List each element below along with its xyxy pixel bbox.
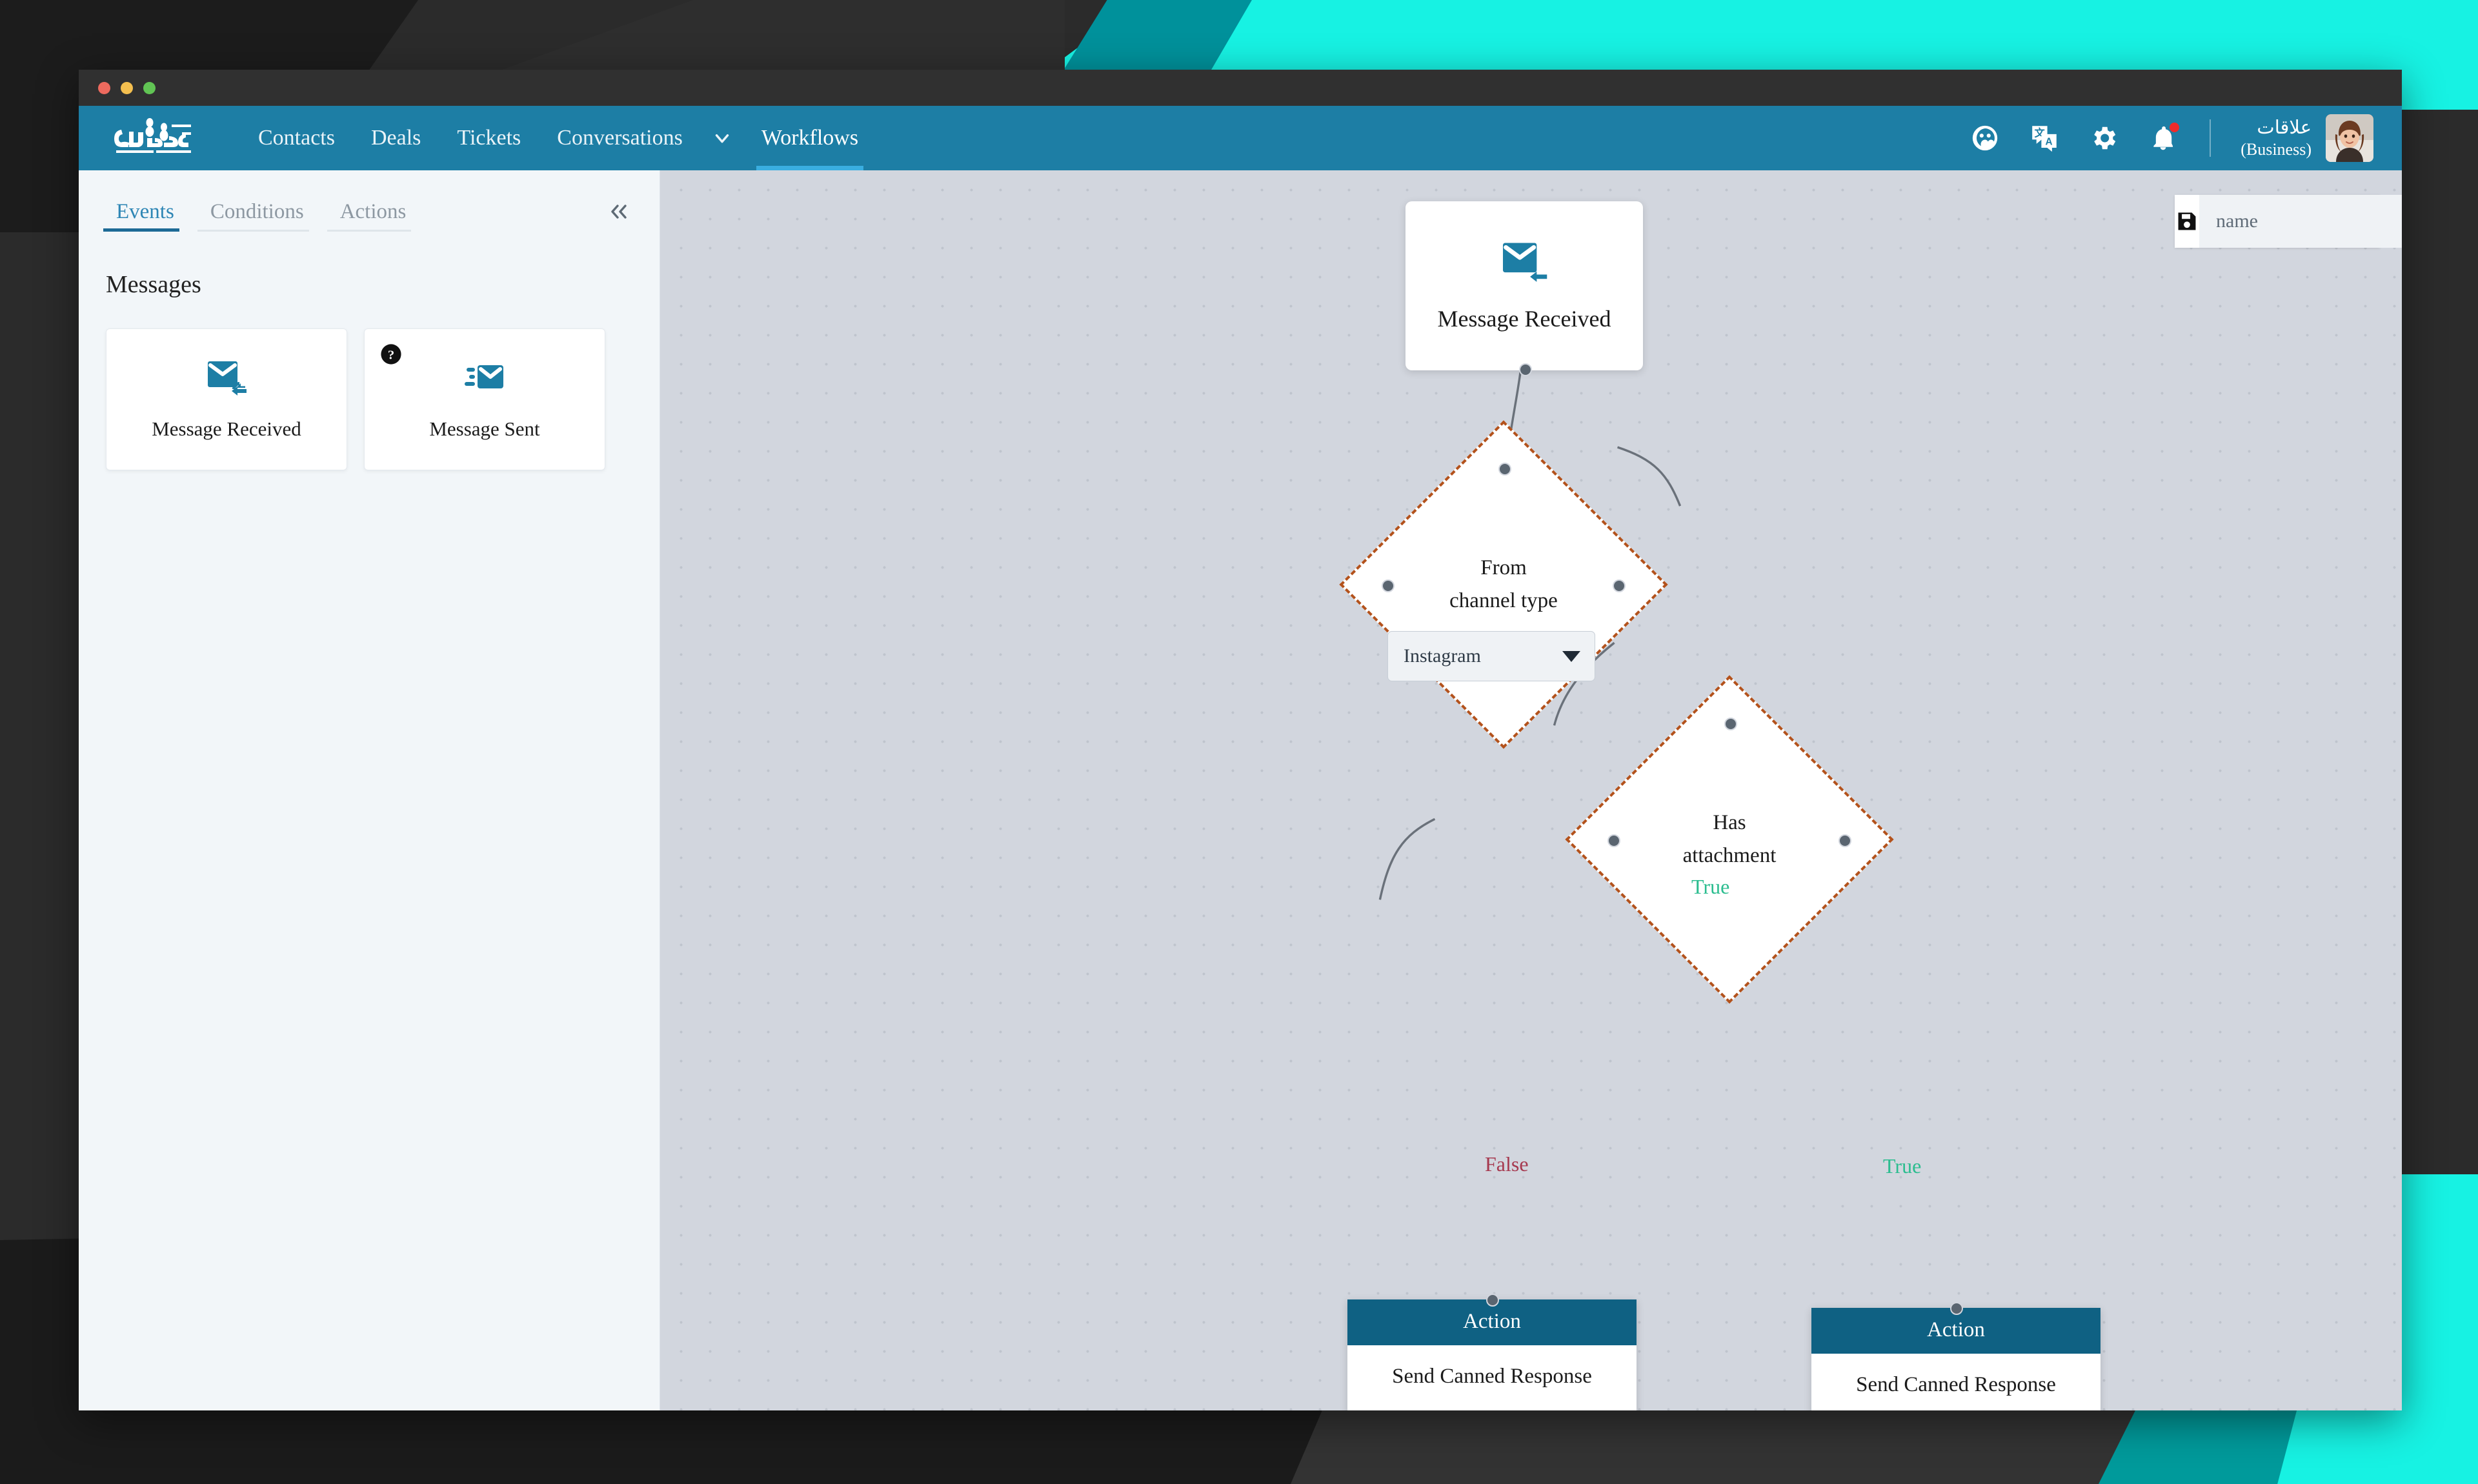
node-port-left[interactable] — [1382, 579, 1395, 592]
mail-received-icon — [205, 359, 248, 399]
gear-icon[interactable] — [2087, 121, 2120, 155]
left-sidebar: Events Conditions Actions Messages Messa… — [79, 170, 660, 1410]
minimize-window-button[interactable] — [121, 81, 133, 94]
close-window-button[interactable] — [98, 81, 110, 94]
node-port-right[interactable] — [1613, 579, 1626, 592]
navbar-right-actions: 文 A علاقات (Business) — [1968, 114, 2402, 162]
account-text: علاقات (Business) — [2241, 116, 2312, 161]
mail-sent-icon — [463, 359, 506, 399]
account-name: علاقات — [2257, 117, 2312, 138]
workflow-save-bar — [2175, 195, 2402, 248]
event-card-message-received[interactable]: Message Received — [106, 328, 347, 470]
canvas-node-action-working-hours[interactable]: Action Send Canned Response اوقات الدوام — [1347, 1294, 1637, 1410]
tab-label: Actions — [339, 200, 407, 223]
window-titlebar — [79, 70, 2402, 106]
brand-logo-icon[interactable] — [110, 117, 206, 159]
nav-label: Workflows — [761, 126, 859, 150]
node-port-top[interactable] — [1498, 463, 1511, 476]
nav-label: Contacts — [258, 126, 335, 150]
translate-icon[interactable]: 文 A — [2028, 121, 2061, 155]
mail-received-icon — [1500, 240, 1549, 286]
nav-item-conversations[interactable]: Conversations — [539, 106, 701, 170]
canvas-node-action-welcome-reply[interactable]: Action Send Canned Response الرد الترحيب… — [1811, 1302, 2100, 1410]
nav-label: Tickets — [457, 126, 521, 150]
node-port-top[interactable] — [1724, 717, 1737, 730]
tab-conditions[interactable]: Conditions — [197, 195, 317, 239]
canvas-node-condition-channel-type[interactable]: From channel type Instagram — [1339, 420, 1668, 749]
bell-icon[interactable] — [2146, 121, 2180, 155]
nav-item-list: Contacts Deals Tickets Conversations Wor… — [240, 106, 876, 170]
action-title: Send Canned Response — [1392, 1365, 1592, 1388]
event-card-message-sent[interactable]: ? Message Sent — [364, 328, 605, 470]
workflow-name-input[interactable] — [2199, 195, 2402, 248]
chevron-double-left-icon[interactable] — [607, 201, 632, 226]
canvas-node-message-received[interactable]: Message Received — [1405, 201, 1643, 376]
tab-events[interactable]: Events — [103, 195, 187, 239]
canvas-node-label: Message Received — [1437, 305, 1611, 332]
node-port-bottom[interactable] — [1519, 363, 1532, 376]
action-body: Send Canned Response الرد الترحيبي — [1811, 1354, 2100, 1410]
chevron-down-icon — [1562, 650, 1580, 662]
app-body: Events Conditions Actions Messages Messa… — [79, 170, 2402, 1410]
nav-item-workflows[interactable]: Workflows — [743, 106, 876, 170]
save-icon[interactable] — [2175, 195, 2199, 248]
notification-badge — [2170, 123, 2180, 132]
nav-item-deals[interactable]: Deals — [353, 106, 439, 170]
tab-label: Conditions — [210, 200, 304, 223]
nav-item-tickets[interactable]: Tickets — [439, 106, 539, 170]
svg-text:A: A — [2046, 137, 2053, 148]
account-menu[interactable]: علاقات (Business) — [2241, 114, 2373, 162]
sidebar-section-title: Messages — [106, 271, 201, 298]
help-icon[interactable]: ? — [380, 343, 402, 365]
event-card-label: Message Received — [152, 417, 301, 440]
tab-actions[interactable]: Actions — [327, 195, 419, 239]
maximize-window-button[interactable] — [143, 81, 156, 94]
app-window: Contacts Deals Tickets Conversations Wor… — [79, 70, 2402, 1410]
navbar-divider — [2210, 119, 2211, 157]
action-title: Send Canned Response — [1856, 1373, 2056, 1396]
event-card-label: Message Sent — [429, 417, 540, 440]
node-port-top[interactable] — [1950, 1302, 1963, 1315]
node-port-right[interactable] — [1838, 834, 1851, 847]
condition-channel-select[interactable]: Instagram — [1387, 631, 1595, 681]
canvas-node-condition-has-attachment[interactable]: Has attachment — [1565, 675, 1894, 1004]
account-type: (Business) — [2241, 139, 2312, 159]
avatar[interactable] — [2326, 114, 2373, 162]
nav-label: Conversations — [557, 126, 683, 150]
svg-text:?: ? — [388, 348, 394, 363]
top-navbar: Contacts Deals Tickets Conversations Wor… — [79, 106, 2402, 170]
event-card-list: Message Received ? Message Sent — [79, 299, 660, 470]
chatbot-icon[interactable] — [1968, 121, 2002, 155]
tab-label: Events — [116, 200, 174, 223]
condition-select-value: Instagram — [1404, 645, 1481, 667]
nav-label: Deals — [370, 126, 421, 150]
action-body: Send Canned Response اوقات الدوام — [1347, 1345, 1637, 1410]
chevron-down-icon[interactable] — [701, 106, 743, 170]
nav-item-contacts[interactable]: Contacts — [240, 106, 353, 170]
edge-label-true-attachment: True — [1883, 1154, 1922, 1178]
node-port-top[interactable] — [1486, 1294, 1499, 1307]
sidebar-tab-list: Events Conditions Actions — [79, 170, 660, 239]
workflow-canvas[interactable]: Message Received From channel type Insta… — [660, 170, 2402, 1410]
edge-label-false-attachment: False — [1485, 1152, 1529, 1176]
node-port-left[interactable] — [1607, 834, 1620, 847]
